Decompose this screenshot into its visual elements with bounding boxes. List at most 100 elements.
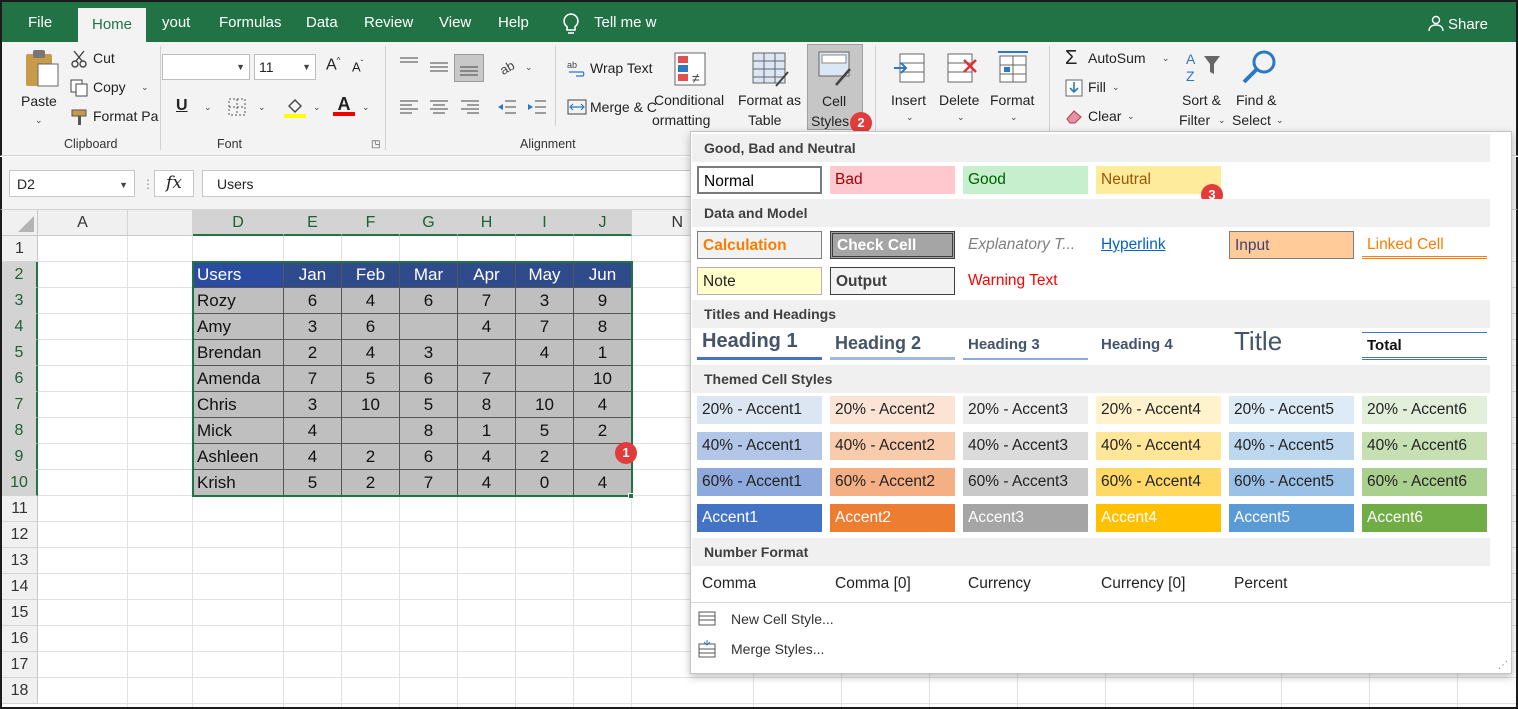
style-themed-accent[interactable]: 20% - Accent4 [1096,396,1221,424]
share-button[interactable]: Share [1428,15,1488,33]
cut-button[interactable]: Cut [93,50,115,66]
style-themed-accent[interactable]: 20% - Accent3 [963,396,1088,424]
style-title[interactable]: Title [1229,326,1354,360]
row-header[interactable]: 2 [2,262,38,288]
clear-button[interactable]: Clear [1088,108,1121,124]
merge-center-button[interactable]: Merge & C [590,99,657,115]
table-cell[interactable]: 4 [574,392,632,418]
table-cell[interactable]: 6 [400,288,458,314]
style-normal[interactable]: Normal [697,166,822,194]
table-cell[interactable]: 5 [284,470,342,496]
style-themed-accent[interactable]: 60% - Accent6 [1362,468,1487,496]
row-header[interactable]: 5 [2,340,38,366]
fill-color-icon[interactable] [284,96,306,118]
table-cell[interactable]: 8 [574,314,632,340]
table-cell[interactable]: Rozy [193,288,284,314]
style-themed-accent[interactable]: 60% - Accent5 [1229,468,1354,496]
column-header-j[interactable]: J [574,210,632,236]
table-cell[interactable]: 4 [284,444,342,470]
style-number-format[interactable]: Percent [1229,570,1354,598]
table-cell[interactable]: 8 [400,418,458,444]
select-all-corner[interactable] [2,210,38,236]
decrease-font-size-button[interactable]: Aˇ [352,59,363,74]
table-cell[interactable]: 2 [574,418,632,444]
column-header-h[interactable]: H [458,210,516,236]
table-cell[interactable]: 7 [458,288,516,314]
style-themed-accent[interactable]: Accent2 [830,504,955,532]
table-cell[interactable]: 3 [400,340,458,366]
table-cell[interactable]: Amenda [193,366,284,392]
table-cell[interactable] [400,314,458,340]
table-cell[interactable]: 2 [342,470,400,496]
table-cell[interactable]: 4 [516,340,574,366]
style-number-format[interactable]: Currency [0] [1096,570,1221,598]
row-header[interactable]: 4 [2,314,38,340]
row-header[interactable]: 13 [2,548,38,574]
tab-home[interactable]: Home [78,8,147,44]
tab-help[interactable]: Help [498,14,529,31]
table-cell[interactable]: 1 [574,340,632,366]
style-themed-accent[interactable]: Accent5 [1229,504,1354,532]
column-header-a[interactable]: A [38,210,128,236]
table-cell[interactable]: Krish [193,470,284,496]
table-cell[interactable]: 6 [284,288,342,314]
table-cell[interactable]: 2 [284,340,342,366]
underline-button[interactable]: U [176,97,188,115]
table-header-cell[interactable]: Users [193,262,284,288]
align-middle-icon[interactable] [429,60,449,74]
tab-layout[interactable]: yout [162,14,190,31]
table-cell[interactable]: 2 [342,444,400,470]
column-header-e[interactable]: E [284,210,342,236]
column-header-n[interactable]: N [632,210,692,236]
column-header-d[interactable]: D [193,210,284,236]
table-cell[interactable]: 2 [516,444,574,470]
tab-formulas[interactable]: Formulas [219,14,282,31]
copy-button[interactable]: Copy [93,79,126,95]
table-cell[interactable]: Mick [193,418,284,444]
style-warning-text[interactable]: Warning Text [963,267,1088,295]
table-cell[interactable]: 5 [516,418,574,444]
row-header[interactable]: 17 [2,652,38,678]
table-cell[interactable]: 7 [400,470,458,496]
table-cell[interactable]: 8 [458,392,516,418]
resize-grip-icon[interactable]: ⋰ [1498,660,1508,671]
table-cell[interactable]: 7 [516,314,574,340]
tab-data[interactable]: Data [306,14,338,31]
align-top-icon[interactable] [399,56,419,70]
table-cell[interactable]: 6 [400,366,458,392]
style-output[interactable]: Output [830,267,955,295]
style-themed-accent[interactable]: 60% - Accent2 [830,468,955,496]
align-right-icon[interactable] [460,99,480,115]
tell-me-search[interactable]: Tell me w [594,14,657,31]
table-cell[interactable]: Chris [193,392,284,418]
table-cell[interactable]: 9 [574,288,632,314]
style-themed-accent[interactable]: 40% - Accent3 [963,432,1088,460]
table-header-cell[interactable]: Jan [284,262,342,288]
table-cell[interactable]: 3 [516,288,574,314]
style-themed-accent[interactable]: 60% - Accent3 [963,468,1088,496]
table-cell[interactable] [342,418,400,444]
table-cell[interactable]: 5 [342,366,400,392]
row-header[interactable]: 7 [2,392,38,418]
increase-indent-icon[interactable] [527,99,547,115]
table-cell[interactable]: 5 [400,392,458,418]
table-cell[interactable]: 6 [342,314,400,340]
style-heading-2[interactable]: Heading 2 [830,332,955,360]
tab-view[interactable]: View [439,14,471,31]
style-heading-1[interactable]: Heading 1 [697,330,822,360]
table-cell[interactable]: Brendan [193,340,284,366]
style-check-cell[interactable]: Check Cell [830,231,955,259]
style-bad[interactable]: Bad [830,166,955,194]
row-header[interactable]: 12 [2,522,38,548]
table-cell[interactable]: 4 [574,470,632,496]
autosum-button[interactable]: AutoSum [1088,50,1146,66]
style-themed-accent[interactable]: 40% - Accent5 [1229,432,1354,460]
insert-function-button[interactable]: fx [154,170,194,197]
font-name-combobox[interactable]: ▼ [162,54,250,80]
style-themed-accent[interactable]: 20% - Accent5 [1229,396,1354,424]
table-header-cell[interactable]: Apr [458,262,516,288]
font-color-icon[interactable]: A [333,94,355,116]
name-box[interactable]: D2 ▼ [9,170,135,197]
align-center-icon[interactable] [429,99,449,115]
table-header-cell[interactable]: Feb [342,262,400,288]
